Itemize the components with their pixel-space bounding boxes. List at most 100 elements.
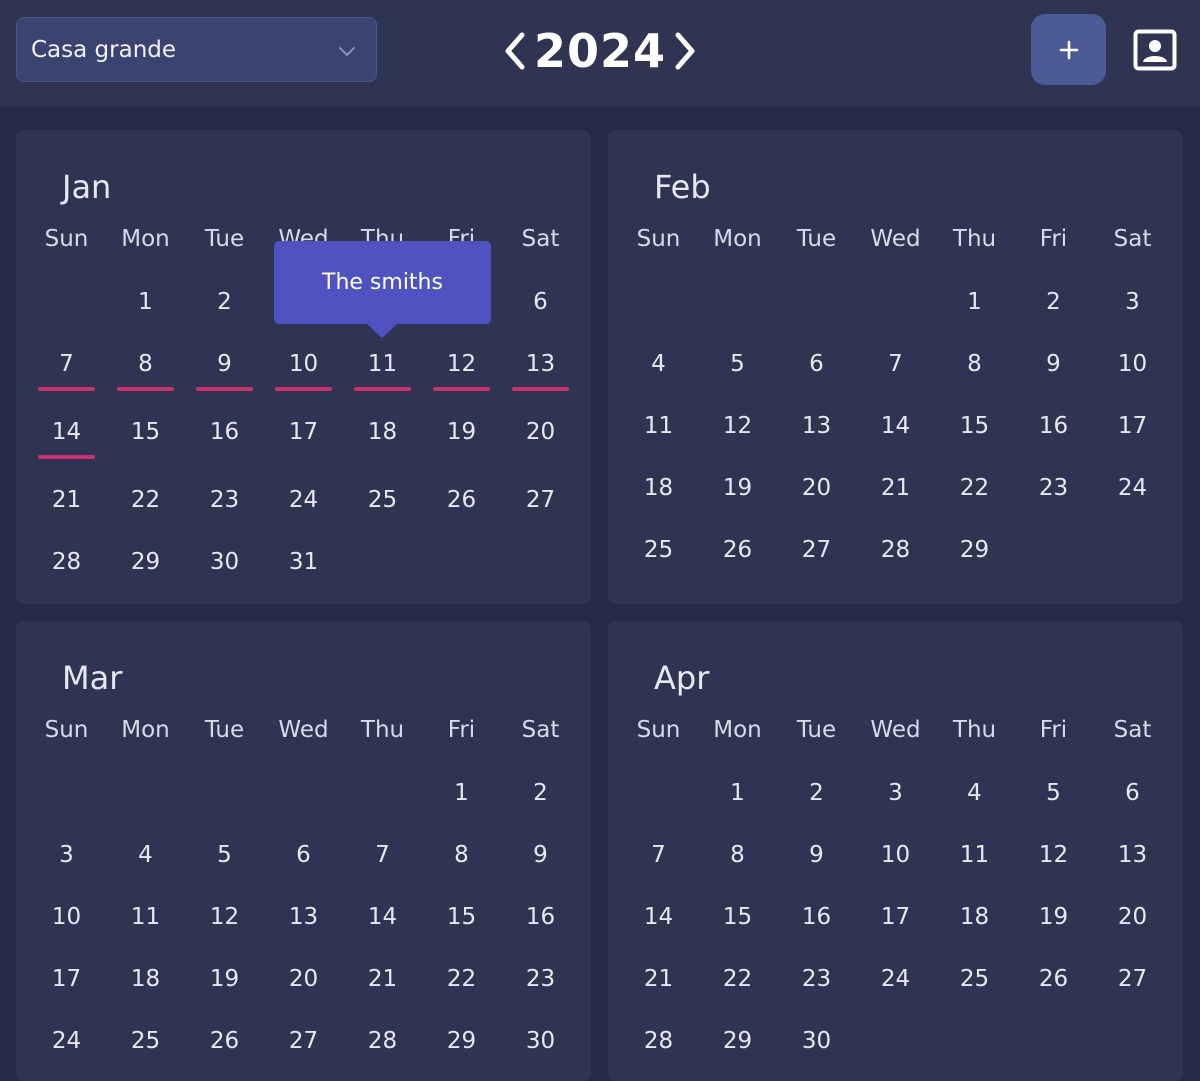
- day-cell[interactable]: 26: [185, 1026, 264, 1056]
- day-cell[interactable]: 1: [106, 287, 185, 317]
- day-cell[interactable]: 17: [27, 964, 106, 994]
- day-cell[interactable]: 7: [343, 840, 422, 870]
- day-cell[interactable]: 28: [619, 1026, 698, 1056]
- day-cell[interactable]: 7: [27, 349, 106, 379]
- day-cell[interactable]: 5: [1014, 778, 1093, 808]
- day-cell[interactable]: 9: [185, 349, 264, 379]
- day-cell[interactable]: 30: [777, 1026, 856, 1056]
- day-cell[interactable]: 29: [698, 1026, 777, 1056]
- day-cell[interactable]: 26: [698, 535, 777, 565]
- day-cell[interactable]: 18: [343, 417, 422, 447]
- day-cell[interactable]: 8: [106, 349, 185, 379]
- day-cell[interactable]: 27: [264, 1026, 343, 1056]
- day-cell[interactable]: 19: [1014, 902, 1093, 932]
- day-cell[interactable]: 22: [106, 485, 185, 515]
- day-cell[interactable]: 1: [422, 778, 501, 808]
- day-cell[interactable]: 6: [264, 840, 343, 870]
- day-cell[interactable]: 3: [27, 840, 106, 870]
- day-cell[interactable]: 22: [935, 473, 1014, 503]
- day-cell[interactable]: 20: [777, 473, 856, 503]
- day-cell[interactable]: 28: [343, 1026, 422, 1056]
- day-cell[interactable]: 8: [698, 840, 777, 870]
- day-cell[interactable]: 12: [422, 349, 501, 379]
- day-cell[interactable]: 27: [1093, 964, 1172, 994]
- day-cell[interactable]: 10: [27, 902, 106, 932]
- add-booking-button[interactable]: [1031, 14, 1106, 85]
- day-cell[interactable]: 12: [698, 411, 777, 441]
- day-cell[interactable]: 11: [935, 840, 1014, 870]
- day-cell[interactable]: 24: [27, 1026, 106, 1056]
- day-cell[interactable]: 9: [501, 840, 580, 870]
- day-cell[interactable]: 15: [698, 902, 777, 932]
- day-cell[interactable]: 14: [856, 411, 935, 441]
- day-cell[interactable]: 3: [856, 778, 935, 808]
- day-cell[interactable]: 16: [185, 417, 264, 447]
- day-cell[interactable]: 26: [1014, 964, 1093, 994]
- day-cell[interactable]: 28: [856, 535, 935, 565]
- day-cell[interactable]: 24: [856, 964, 935, 994]
- day-cell[interactable]: 11: [343, 349, 422, 379]
- day-cell[interactable]: 12: [1014, 840, 1093, 870]
- day-cell[interactable]: 12: [185, 902, 264, 932]
- day-cell[interactable]: 16: [777, 902, 856, 932]
- day-cell[interactable]: 16: [501, 902, 580, 932]
- day-cell[interactable]: 1: [698, 778, 777, 808]
- day-cell[interactable]: 23: [501, 964, 580, 994]
- day-cell[interactable]: 4: [619, 349, 698, 379]
- day-cell[interactable]: 13: [264, 902, 343, 932]
- day-cell[interactable]: 10: [1093, 349, 1172, 379]
- day-cell[interactable]: 6: [777, 349, 856, 379]
- day-cell[interactable]: 28: [27, 547, 106, 577]
- day-cell[interactable]: 18: [619, 473, 698, 503]
- day-cell[interactable]: 4: [935, 778, 1014, 808]
- day-cell[interactable]: 29: [935, 535, 1014, 565]
- day-cell[interactable]: 1: [935, 287, 1014, 317]
- day-cell[interactable]: 6: [501, 287, 580, 317]
- day-cell[interactable]: 13: [1093, 840, 1172, 870]
- day-cell[interactable]: 25: [343, 485, 422, 515]
- day-cell[interactable]: 2: [501, 778, 580, 808]
- day-cell[interactable]: 7: [619, 840, 698, 870]
- day-cell[interactable]: 14: [619, 902, 698, 932]
- day-cell[interactable]: 25: [935, 964, 1014, 994]
- day-cell[interactable]: 22: [422, 964, 501, 994]
- house-select[interactable]: Casa grande: [16, 17, 377, 82]
- day-cell[interactable]: 11: [619, 411, 698, 441]
- day-cell[interactable]: 24: [1093, 473, 1172, 503]
- day-cell[interactable]: 15: [106, 417, 185, 447]
- day-cell[interactable]: 19: [422, 417, 501, 447]
- day-cell[interactable]: 10: [264, 349, 343, 379]
- day-cell[interactable]: 15: [935, 411, 1014, 441]
- day-cell[interactable]: 15: [422, 902, 501, 932]
- next-year-button[interactable]: [670, 28, 700, 74]
- day-cell[interactable]: 19: [698, 473, 777, 503]
- day-cell[interactable]: 5: [698, 349, 777, 379]
- day-cell[interactable]: 6: [1093, 778, 1172, 808]
- day-cell[interactable]: 2: [777, 778, 856, 808]
- day-cell[interactable]: 30: [185, 547, 264, 577]
- day-cell[interactable]: 2: [185, 287, 264, 317]
- day-cell[interactable]: 18: [935, 902, 1014, 932]
- day-cell[interactable]: 29: [422, 1026, 501, 1056]
- prev-year-button[interactable]: [500, 28, 530, 74]
- day-cell[interactable]: 31: [264, 547, 343, 577]
- day-cell[interactable]: 13: [501, 349, 580, 379]
- day-cell[interactable]: 16: [1014, 411, 1093, 441]
- day-cell[interactable]: 11: [106, 902, 185, 932]
- day-cell[interactable]: 29: [106, 547, 185, 577]
- day-cell[interactable]: 26: [422, 485, 501, 515]
- day-cell[interactable]: 25: [619, 535, 698, 565]
- day-cell[interactable]: 5: [185, 840, 264, 870]
- day-cell[interactable]: 17: [856, 902, 935, 932]
- day-cell[interactable]: 14: [27, 417, 106, 447]
- day-cell[interactable]: 7: [856, 349, 935, 379]
- day-cell[interactable]: 4: [106, 840, 185, 870]
- day-cell[interactable]: 20: [1093, 902, 1172, 932]
- day-cell[interactable]: 13: [777, 411, 856, 441]
- day-cell[interactable]: 17: [1093, 411, 1172, 441]
- day-cell[interactable]: 9: [1014, 349, 1093, 379]
- day-cell[interactable]: 19: [185, 964, 264, 994]
- day-cell[interactable]: 14: [343, 902, 422, 932]
- day-cell[interactable]: 24: [264, 485, 343, 515]
- day-cell[interactable]: 27: [777, 535, 856, 565]
